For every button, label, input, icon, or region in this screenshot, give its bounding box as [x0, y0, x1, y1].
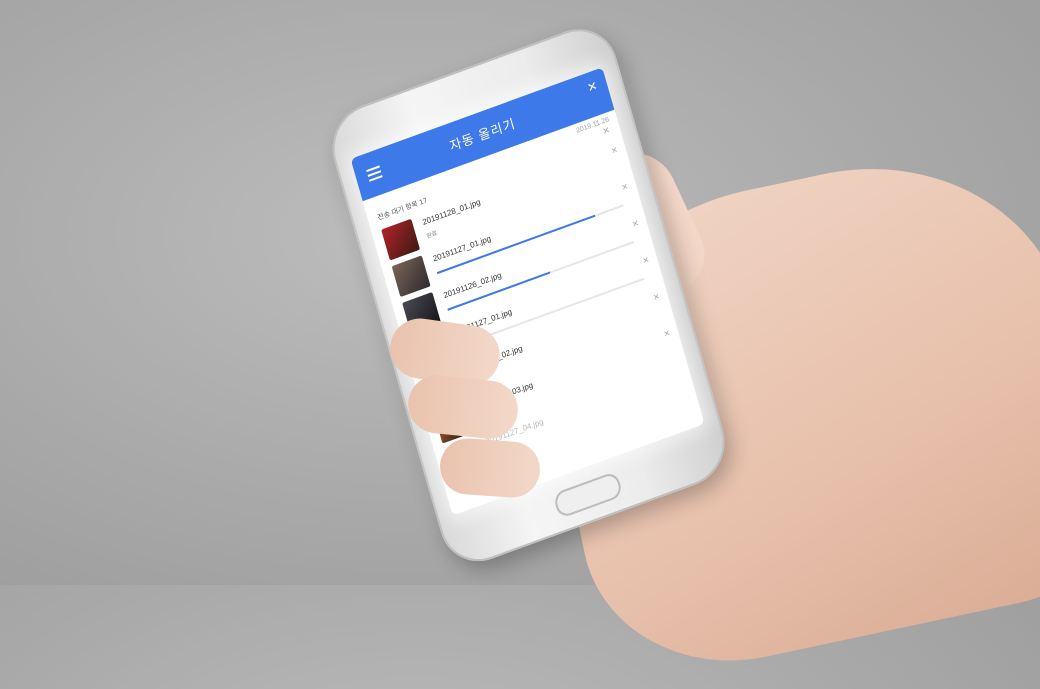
status-label: 완료 [426, 230, 439, 241]
remove-item-icon[interactable]: ✕ [652, 292, 661, 303]
remove-item-icon[interactable]: ✕ [663, 328, 672, 339]
remove-item-icon[interactable]: ✕ [621, 182, 630, 193]
queue-close-icon[interactable]: ✕ [601, 125, 611, 138]
remove-item-icon[interactable]: ✕ [631, 218, 640, 229]
remove-item-icon[interactable]: ✕ [642, 255, 651, 266]
upload-list: 20191128_01.jpg 완료 ✕ 20191127_01.jpg ✕ 201911… [371, 139, 696, 487]
home-button[interactable] [552, 470, 624, 520]
finger [438, 436, 542, 500]
file-name: 20191128_01.jpg [421, 197, 482, 227]
remove-item-icon[interactable]: ✕ [610, 145, 619, 156]
